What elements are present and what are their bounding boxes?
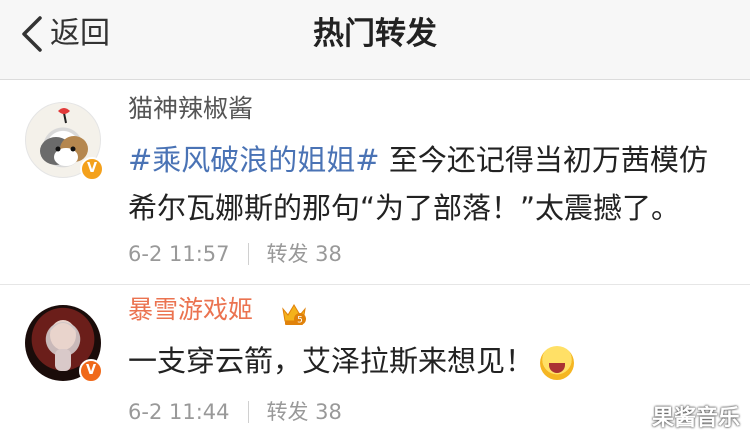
repost-item: V 暴雪游戏姬 5 一支穿云箭，艾泽拉斯来想见！ 6-2 11:44 转发 38	[0, 285, 750, 440]
content-text-line1: 至今还记得当初万茜模仿	[379, 143, 708, 177]
avatar[interactable]: V	[25, 102, 104, 181]
username[interactable]: 猫神辣椒酱	[128, 92, 253, 126]
repost-meta: 6-2 11:57 转发 38	[128, 239, 342, 269]
hashtag-link[interactable]: #乘风破浪的姐姐#	[128, 143, 380, 177]
content-text: 一支穿云箭，艾泽拉斯来想见！	[128, 344, 535, 378]
laughing-emoji-icon	[540, 346, 575, 380]
repost-content: 一支穿云箭，艾泽拉斯来想见！	[128, 337, 728, 385]
verified-badge-icon: V	[80, 157, 104, 181]
username[interactable]: 暴雪游戏姬	[128, 293, 253, 327]
navigation-bar: 返回 热门转发	[0, 0, 750, 80]
avatar[interactable]: V	[25, 305, 103, 383]
repost-meta: 6-2 11:44 转发 38	[128, 397, 342, 427]
timestamp: 6-2 11:57	[128, 242, 230, 266]
watermark: 果酱音乐	[651, 406, 740, 431]
vip-crown-icon: 5	[282, 304, 306, 326]
timestamp: 6-2 11:44	[128, 400, 230, 424]
content-text-line2: 希尔瓦娜斯的那句“为了部落！”太震撼了。	[128, 191, 681, 225]
repost-item: V 猫神辣椒酱 #乘风破浪的姐姐# 至今还记得当初万茜模仿 希尔瓦娜斯的那句“为…	[0, 80, 750, 285]
page-title: 热门转发	[313, 16, 437, 52]
repost-count-button[interactable]: 转发 38	[267, 397, 342, 427]
meta-divider	[247, 243, 249, 265]
repost-count-button[interactable]: 转发 38	[267, 239, 342, 269]
meta-divider	[247, 401, 249, 423]
verified-badge-icon: V	[79, 359, 103, 383]
svg-text:5: 5	[297, 316, 303, 326]
repost-content: #乘风破浪的姐姐# 至今还记得当初万茜模仿 希尔瓦娜斯的那句“为了部落！”太震撼…	[128, 136, 728, 232]
